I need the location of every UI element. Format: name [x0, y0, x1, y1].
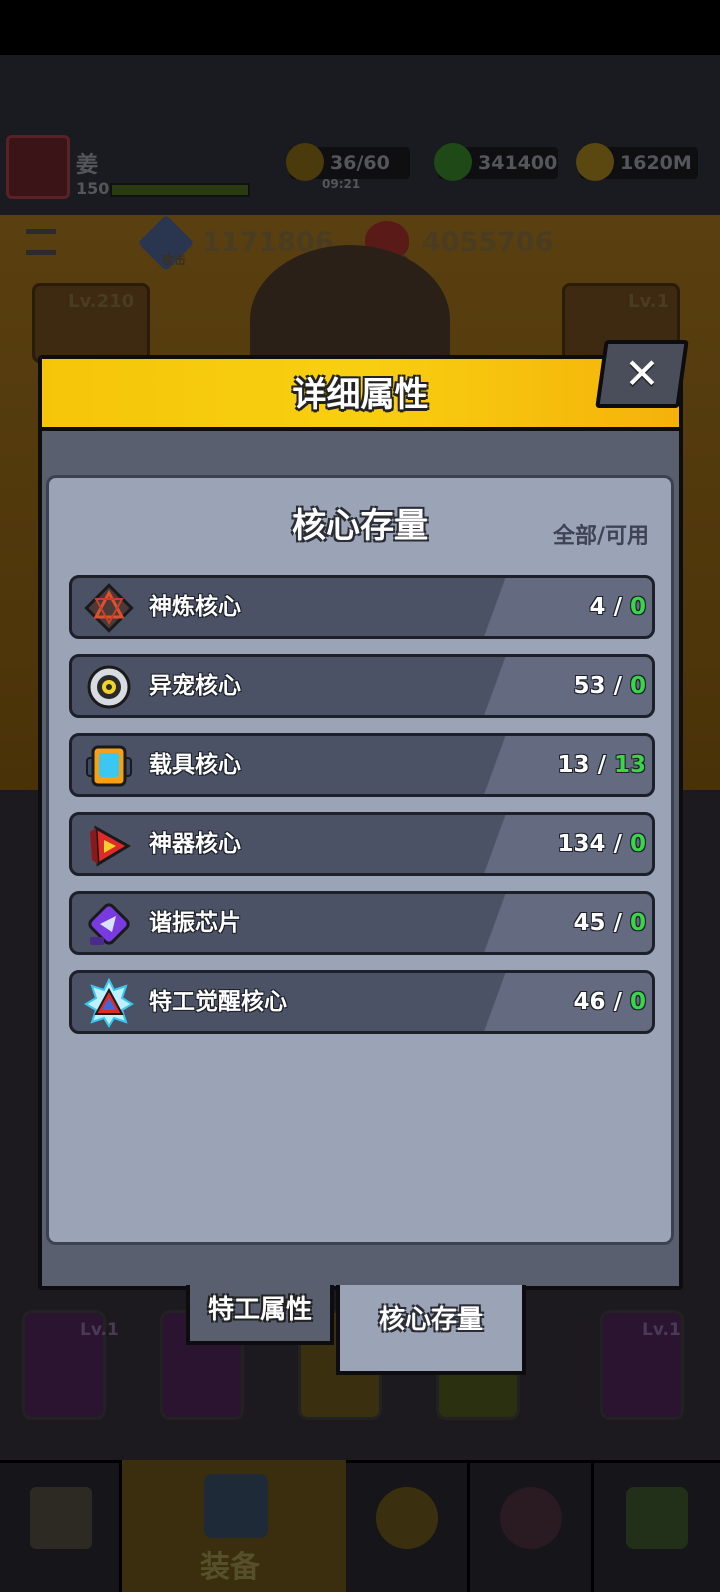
gold-display[interactable]: 1620M: [576, 143, 698, 181]
core-row-vehicle: 载具核心 13 / 13: [69, 733, 655, 797]
core-row-artifact: 神器核心 134 / 0: [69, 812, 655, 876]
core-name: 神炼核心: [149, 594, 241, 620]
tab-core-inventory[interactable]: 核心存量: [336, 1285, 526, 1375]
agent-awaken-core-icon: [84, 978, 134, 1028]
nav-equip-button[interactable]: 装备: [122, 1460, 346, 1592]
nav-equip-label: 装备: [200, 1550, 260, 1585]
armor-level: Lv.1: [628, 291, 670, 312]
weapon-level: Lv.210: [68, 291, 135, 312]
gem-icon: [434, 143, 472, 181]
resonance-chip-icon: [88, 903, 130, 945]
attack-label: 攻击: [162, 253, 187, 267]
core-count: 46 / 0: [573, 989, 646, 1015]
core-row-resonance: 谐振芯片 45 / 0: [69, 891, 655, 955]
shop-icon: [30, 1487, 92, 1549]
modal-title: 详细属性: [292, 375, 429, 415]
core-name: 神器核心: [149, 831, 241, 857]
core-count: 134 / 0: [557, 831, 646, 857]
star-icon: [376, 1487, 438, 1549]
gems-value: 341400: [478, 152, 558, 174]
core-count: 13 / 13: [557, 752, 646, 778]
gems-display[interactable]: 341400: [434, 143, 558, 181]
energy-value: 36/60: [330, 152, 390, 174]
nav-shop-button[interactable]: [0, 1463, 122, 1592]
equip-icon: [204, 1474, 268, 1538]
energy-timer: 09:21: [322, 177, 361, 191]
nav-star-button[interactable]: [346, 1463, 470, 1592]
vehicle-core-icon: [86, 745, 132, 787]
player-avatar[interactable]: [6, 135, 70, 199]
core-count: 53 / 0: [573, 673, 646, 699]
nav-world-button[interactable]: [470, 1463, 594, 1592]
energy-icon: [286, 143, 324, 181]
tab-label: 核心存量: [378, 1305, 483, 1335]
modal-header: 详细属性: [42, 359, 679, 431]
core-inventory-panel: 核心存量 全部/可用 神炼核心 4 / 0 异宠核心 53 / 0 载具核心 1…: [46, 475, 674, 1245]
core-row-divine: 神炼核心 4 / 0: [69, 575, 655, 639]
equipment-slot-level: Lv.1: [642, 1320, 681, 1340]
pet-core-icon: [87, 665, 131, 709]
bottom-nav: 装备: [0, 1460, 720, 1592]
dna-icon: [626, 1487, 688, 1549]
core-count: 45 / 0: [573, 910, 646, 936]
gold-icon: [576, 143, 614, 181]
tab-label: 特工属性: [207, 1295, 312, 1325]
gold-value: 1620M: [620, 152, 692, 174]
core-row-agent-awaken: 特工觉醒核心 46 / 0: [69, 970, 655, 1034]
top-header: 姜 150 36/60 09:21 341400 1620M: [0, 55, 720, 215]
player-level: 150: [76, 179, 110, 198]
player-name: 姜: [76, 153, 99, 178]
equipment-slot-level: Lv.1: [80, 1320, 119, 1340]
nav-lab-button[interactable]: [594, 1463, 720, 1592]
panel-subtitle: 全部/可用: [552, 524, 649, 549]
core-name: 载具核心: [149, 752, 241, 778]
core-name: 特工觉醒核心: [149, 989, 287, 1015]
close-button[interactable]: ✕: [595, 340, 689, 408]
core-count: 4 / 0: [589, 594, 646, 620]
artifact-core-icon: [90, 825, 131, 867]
divine-core-icon: [84, 583, 134, 633]
menu-icon[interactable]: [26, 229, 56, 255]
tab-agent-attributes[interactable]: 特工属性: [186, 1285, 334, 1345]
globe-icon: [500, 1487, 562, 1549]
energy-display[interactable]: 36/60: [286, 143, 410, 181]
core-row-pet: 异宠核心 53 / 0: [69, 654, 655, 718]
core-name: 异宠核心: [149, 673, 241, 699]
hp-value: 4055706: [422, 227, 554, 258]
status-bar: [0, 0, 720, 55]
player-exp-bar: [110, 183, 250, 197]
close-icon: ✕: [624, 349, 660, 398]
core-name: 谐振芯片: [149, 910, 241, 936]
